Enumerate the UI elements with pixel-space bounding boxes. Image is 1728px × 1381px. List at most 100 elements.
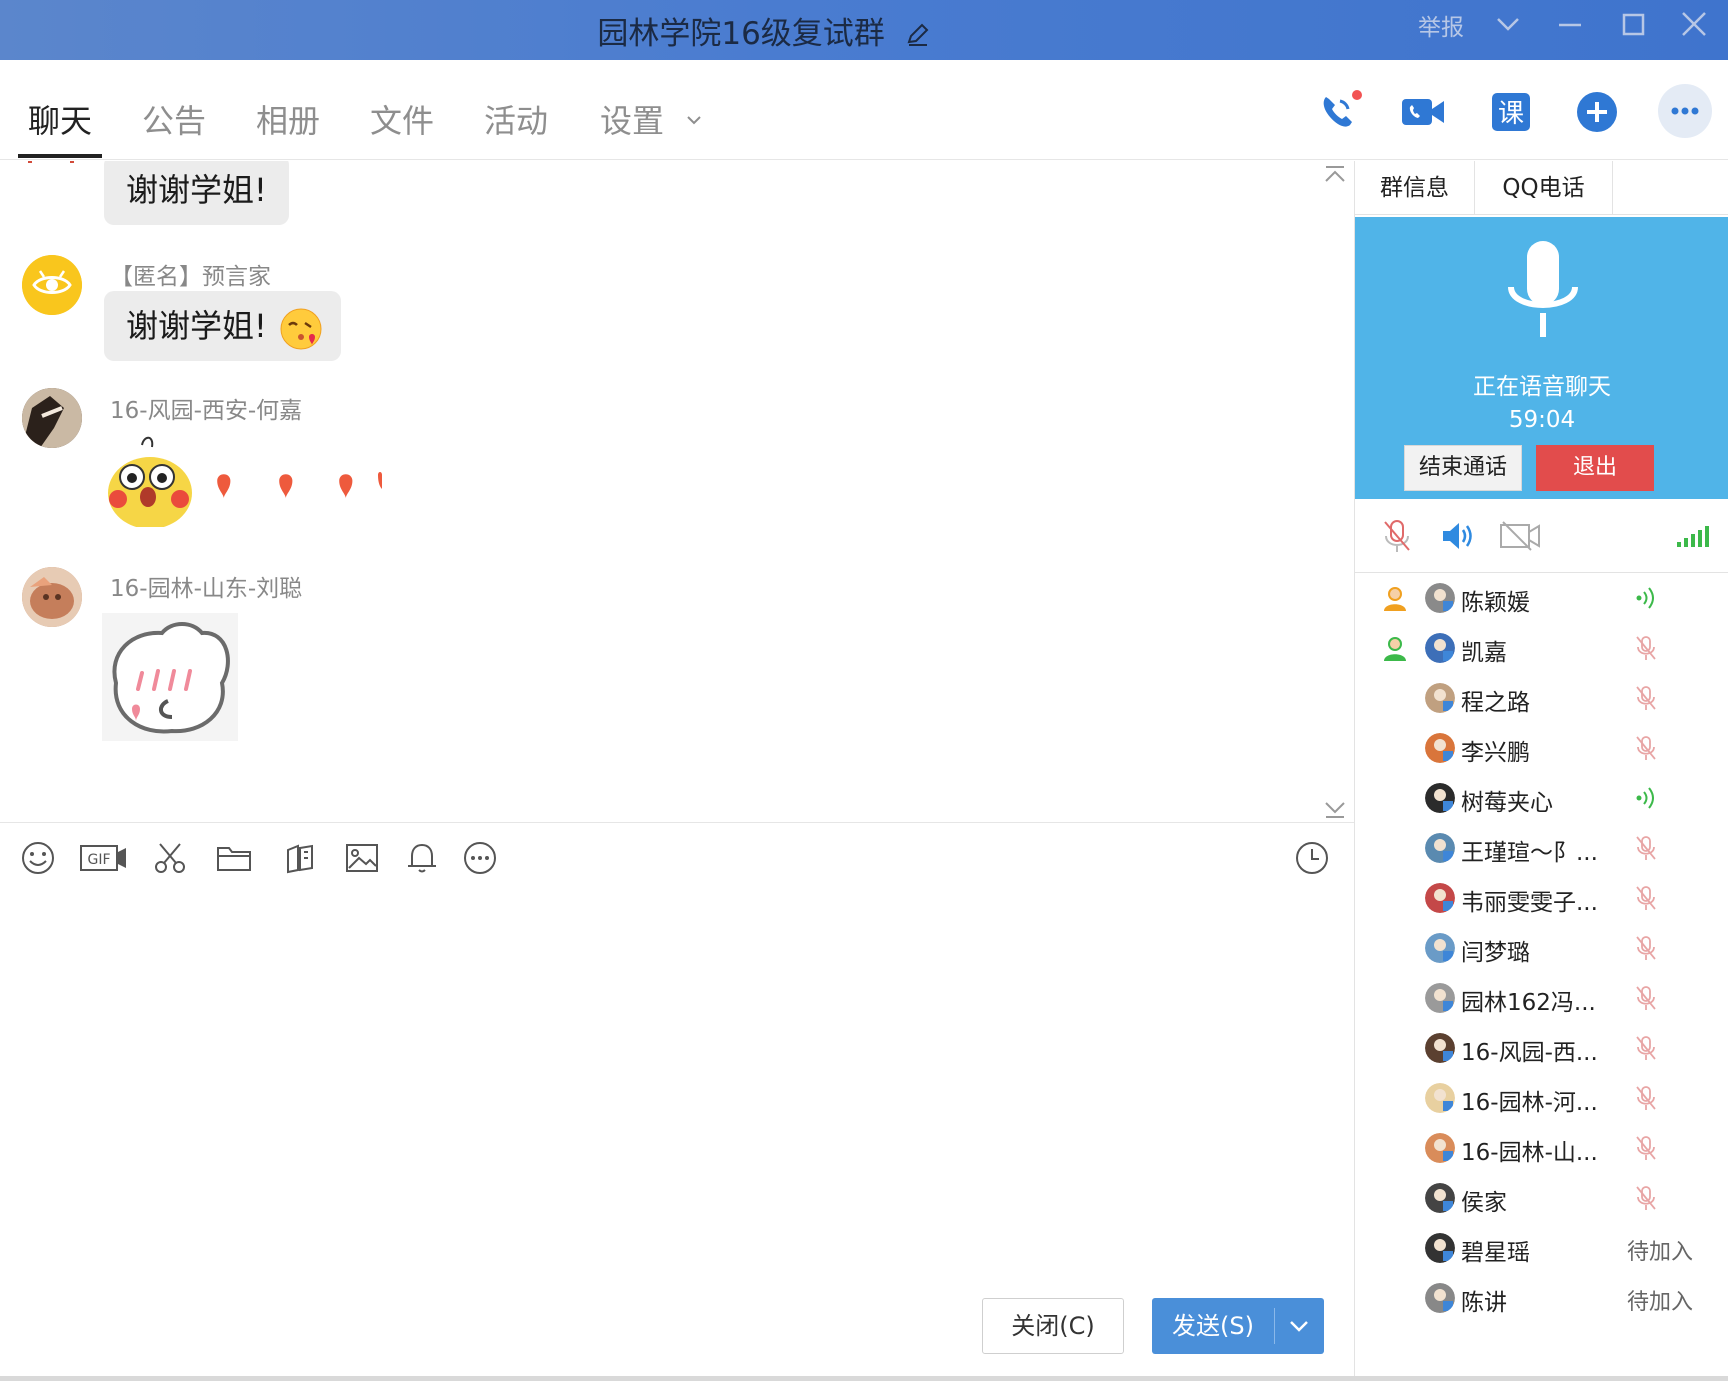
speaking-icon: [1631, 783, 1661, 813]
member-avatar[interactable]: [1425, 783, 1455, 813]
folder-icon[interactable]: [214, 838, 254, 878]
message-bubble[interactable]: 谢谢学姐!: [104, 291, 341, 361]
history-clock-icon[interactable]: [1292, 838, 1332, 878]
member-row[interactable]: 树莓夹心: [1355, 773, 1728, 823]
kiss-emoji-icon: [279, 305, 323, 350]
member-row[interactable]: 碧星瑶 待加入: [1355, 1223, 1728, 1273]
video-call-icon[interactable]: [1398, 87, 1448, 137]
more-icon[interactable]: [1656, 82, 1714, 140]
member-avatar[interactable]: [1425, 883, 1455, 913]
report-link[interactable]: 举报: [1418, 8, 1464, 42]
tab-announcement[interactable]: 公告: [142, 96, 206, 142]
add-circle-icon[interactable]: [1572, 87, 1622, 137]
call-controls: [1355, 499, 1728, 573]
maximize-icon[interactable]: [1616, 6, 1652, 42]
scissors-icon[interactable]: [150, 838, 190, 878]
mic-muted-icon: [1631, 1033, 1661, 1063]
member-avatar[interactable]: [1425, 1033, 1455, 1063]
member-row[interactable]: 16-园林-山...: [1355, 1123, 1728, 1173]
tab-files[interactable]: 文件: [370, 96, 434, 142]
sender-name: 16-园林-山东-刘聪: [110, 576, 303, 602]
tab-settings[interactable]: 设置: [600, 96, 704, 142]
member-name: 李兴鹏: [1461, 740, 1530, 766]
avatar[interactable]: [22, 388, 82, 448]
member-avatar[interactable]: [1425, 733, 1455, 763]
signal-strength-icon: [1673, 516, 1713, 556]
member-avatar[interactable]: [1425, 1233, 1455, 1263]
camera-off-icon[interactable]: [1497, 516, 1543, 556]
more-options-icon[interactable]: [460, 838, 500, 878]
message-text: 谢谢学姐!: [126, 307, 267, 345]
member-row[interactable]: 李兴鹏: [1355, 723, 1728, 773]
bell-icon[interactable]: [402, 838, 442, 878]
member-row[interactable]: 园林162冯...: [1355, 973, 1728, 1023]
tab-activity[interactable]: 活动: [484, 96, 548, 142]
chat-history[interactable]: 谢谢学姐! 【匿名】预言家 谢谢学姐! 16-风园-西安-何嘉 16-园林-山东…: [0, 161, 1354, 821]
send-button-label[interactable]: 发送(S): [1152, 1298, 1274, 1354]
tab-chat[interactable]: 聊天: [28, 96, 92, 142]
gif-icon[interactable]: GIF: [78, 838, 128, 878]
member-row[interactable]: 韦丽雯雯子...: [1355, 873, 1728, 923]
close-button[interactable]: 关闭(C): [982, 1298, 1124, 1354]
member-name: 园林162冯...: [1461, 990, 1596, 1016]
mic-muted-icon: [1631, 933, 1661, 963]
member-row[interactable]: 陈颖媛: [1355, 573, 1728, 623]
member-name: 程之路: [1461, 690, 1530, 716]
scroll-up-icon[interactable]: [1322, 163, 1348, 189]
emoji-icon[interactable]: [18, 838, 58, 878]
member-avatar[interactable]: [1425, 933, 1455, 963]
member-row[interactable]: 闫梦璐: [1355, 923, 1728, 973]
mic-muted-icon: [1631, 1183, 1661, 1213]
tab-album[interactable]: 相册: [256, 96, 320, 142]
screenshot-tool-icon[interactable]: [280, 838, 320, 878]
scroll-down-icon[interactable]: [1322, 795, 1348, 821]
member-avatar[interactable]: [1425, 1283, 1455, 1313]
chevron-down-icon[interactable]: [1490, 6, 1526, 42]
member-name: 16-园林-山...: [1461, 1140, 1598, 1166]
send-options-chevron-icon[interactable]: [1275, 1298, 1324, 1354]
message-bubble[interactable]: 谢谢学姐!: [104, 161, 289, 225]
member-row[interactable]: 王瑾瑄～阝...: [1355, 823, 1728, 873]
member-row[interactable]: 16-园林-河...: [1355, 1073, 1728, 1123]
member-name: 16-风园-西...: [1461, 1040, 1598, 1066]
window-title: 园林学院16级复试群: [597, 16, 885, 52]
member-avatar[interactable]: [1425, 833, 1455, 863]
member-avatar[interactable]: [1425, 1083, 1455, 1113]
member-name: 碧星瑶: [1461, 1240, 1530, 1266]
image-icon[interactable]: [342, 838, 382, 878]
member-avatar[interactable]: [1425, 583, 1455, 613]
member-avatar[interactable]: [1425, 683, 1455, 713]
member-row[interactable]: 侯家: [1355, 1173, 1728, 1223]
send-button[interactable]: 发送(S): [1152, 1298, 1324, 1354]
member-avatar[interactable]: [1425, 1183, 1455, 1213]
member-avatar[interactable]: [1425, 983, 1455, 1013]
edit-icon[interactable]: [905, 19, 931, 46]
avatar[interactable]: [24, 161, 80, 173]
avatar[interactable]: [22, 255, 82, 315]
member-row[interactable]: 陈讲 待加入: [1355, 1273, 1728, 1323]
sticker-image[interactable]: [102, 431, 382, 527]
exit-call-button[interactable]: 退出: [1536, 445, 1654, 491]
minimize-icon[interactable]: [1552, 6, 1588, 42]
member-row[interactable]: 程之路: [1355, 673, 1728, 723]
mic-muted-icon: [1631, 683, 1661, 713]
member-avatar[interactable]: [1425, 1133, 1455, 1163]
member-row[interactable]: 16-风园-西...: [1355, 1023, 1728, 1073]
avatar[interactable]: [22, 567, 82, 627]
end-call-button[interactable]: 结束通话: [1404, 445, 1522, 491]
member-row[interactable]: 凯嘉: [1355, 623, 1728, 673]
sender-name: 【匿名】预言家: [110, 264, 271, 290]
close-icon[interactable]: [1676, 6, 1712, 42]
mic-muted-icon[interactable]: [1377, 516, 1417, 556]
member-avatar[interactable]: [1425, 633, 1455, 663]
sticker-image[interactable]: [102, 613, 238, 741]
speaker-icon[interactable]: [1437, 516, 1477, 556]
member-name: 陈颖媛: [1461, 590, 1530, 616]
tab-settings-label: 设置: [600, 102, 665, 140]
tab-group-info[interactable]: 群信息: [1355, 161, 1475, 215]
course-icon[interactable]: 课: [1486, 87, 1536, 137]
member-waiting-label: 待加入: [1627, 1240, 1694, 1265]
tab-qq-call[interactable]: QQ电话: [1475, 161, 1613, 215]
phone-call-icon[interactable]: [1314, 87, 1364, 137]
svg-text:课: 课: [1498, 99, 1524, 129]
